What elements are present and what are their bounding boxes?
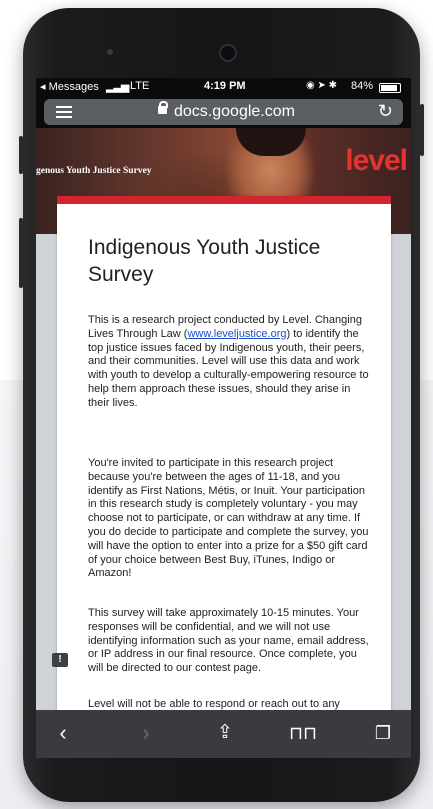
report-feedback-icon[interactable]: ! (52, 653, 68, 667)
forward-icon[interactable]: › (131, 718, 161, 748)
form-title: Indigenous Youth Justice Survey (88, 236, 321, 286)
volume-button-down (19, 218, 23, 288)
status-bar: ◂ Messages ▂▃▅ LTE 4:19 PM ◉ ➤ ✱ 84% (36, 78, 411, 96)
browser-chrome: docs.google.com ↻ (36, 96, 411, 128)
status-time: 4:19 PM (204, 80, 246, 92)
share-icon[interactable]: ⇪ (210, 718, 240, 748)
power-button (420, 104, 424, 156)
status-icons: ◉ ➤ ✱ (306, 80, 338, 91)
level-website-link[interactable]: www.leveljustice.org (187, 328, 286, 340)
invitation-paragraph: You're invited to participate in this re… (88, 457, 369, 580)
intro-paragraph: This is a research project conducted by … (88, 314, 370, 411)
reload-icon[interactable]: ↻ (378, 101, 393, 122)
hamburger-menu-icon[interactable] (56, 106, 72, 118)
front-camera (219, 44, 237, 62)
banner-title: genous Youth Justice Survey (36, 166, 152, 176)
lock-icon (158, 101, 168, 114)
url-text[interactable]: docs.google.com (174, 103, 295, 121)
address-bar[interactable]: docs.google.com ↻ (44, 99, 403, 125)
bookmarks-icon[interactable]: ⊓⊓ (288, 718, 318, 748)
back-to-messages[interactable]: ◂ Messages (40, 80, 99, 93)
level-logo: level (345, 144, 408, 177)
form-card: Indigenous Youth Justice Survey This is … (57, 196, 391, 758)
phone-screen: ◂ Messages ▂▃▅ LTE 4:19 PM ◉ ➤ ✱ 84% doc… (36, 78, 411, 758)
signal-icon: ▂▃▅ (106, 81, 129, 93)
browser-toolbar: ‹ › ⇪ ⊓⊓ ❐ (36, 710, 411, 758)
back-icon[interactable]: ‹ (48, 718, 78, 748)
network-type: LTE (130, 80, 150, 92)
front-sensor (107, 49, 113, 55)
banner-photo (236, 128, 306, 156)
battery-percent: 84% (351, 80, 374, 92)
confidentiality-paragraph: This survey will take approximately 10-1… (88, 607, 369, 675)
battery-icon (379, 83, 401, 93)
volume-button (19, 136, 23, 174)
tabs-icon[interactable]: ❐ (368, 718, 398, 748)
